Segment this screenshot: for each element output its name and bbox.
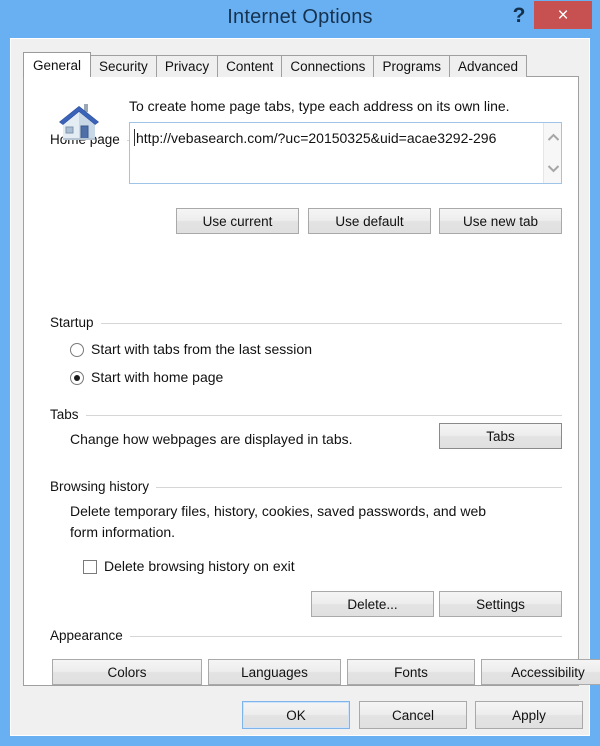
dialog-footer: OK Cancel Apply (23, 694, 579, 730)
close-icon: × (557, 6, 568, 25)
scroll-up-icon[interactable] (544, 129, 562, 146)
use-new-tab-button[interactable]: Use new tab (439, 208, 562, 234)
radio-selected-dot (74, 375, 80, 381)
use-default-button[interactable]: Use default (308, 208, 431, 234)
fonts-button[interactable]: Fonts (347, 659, 475, 685)
radio-start-with-last-session[interactable] (70, 343, 84, 357)
radio-label-start-with-last-session: Start with tabs from the last session (91, 341, 312, 357)
ok-button[interactable]: OK (242, 701, 350, 729)
tab-advanced[interactable]: Advanced (449, 55, 527, 77)
accessibility-button[interactable]: Accessibility (481, 659, 600, 685)
close-button[interactable]: × (534, 1, 592, 29)
appearance-group-title: Appearance (50, 628, 130, 643)
house-icon (56, 101, 102, 145)
group-divider (50, 323, 562, 324)
use-current-button[interactable]: Use current (176, 208, 299, 234)
tab-privacy[interactable]: Privacy (156, 55, 218, 77)
cancel-button[interactable]: Cancel (359, 701, 467, 729)
startup-group-title: Startup (50, 315, 101, 330)
dialog-body: General Security Privacy Content Connect… (10, 38, 590, 736)
tabs-button[interactable]: Tabs (439, 423, 562, 449)
languages-button[interactable]: Languages (208, 659, 341, 685)
delete-button[interactable]: Delete... (311, 591, 434, 617)
browsing-history-description-line1: Delete temporary files, history, cookies… (70, 502, 486, 521)
browsing-history-group-title: Browsing history (50, 479, 156, 494)
delete-history-on-exit-label: Delete browsing history on exit (104, 558, 295, 574)
tab-page-general: Home page To create home page tabs, type… (23, 76, 579, 686)
tab-programs[interactable]: Programs (373, 55, 450, 77)
browsing-history-description-line2: form information. (70, 523, 175, 542)
tab-content[interactable]: Content (217, 55, 282, 77)
scroll-down-icon[interactable] (544, 160, 562, 177)
delete-history-on-exit-checkbox[interactable] (83, 560, 97, 574)
tab-general[interactable]: General (23, 52, 91, 77)
settings-button[interactable]: Settings (439, 591, 562, 617)
apply-button[interactable]: Apply (475, 701, 583, 729)
home-page-url-value: http://vebasearch.com/?uc=20150325&uid=a… (136, 130, 528, 146)
tab-strip: General Security Privacy Content Connect… (23, 52, 526, 77)
home-page-url-textarea[interactable]: http://vebasearch.com/?uc=20150325&uid=a… (129, 122, 562, 184)
text-caret (134, 129, 135, 146)
home-page-description: To create home page tabs, type each addr… (129, 97, 559, 116)
title-bar: Internet Options ? × (0, 0, 600, 40)
tab-security[interactable]: Security (90, 55, 157, 77)
radio-start-with-home-page[interactable] (70, 371, 84, 385)
colors-button[interactable]: Colors (52, 659, 202, 685)
help-icon[interactable]: ? (504, 2, 534, 30)
internet-options-window: Internet Options ? × General Security Pr… (0, 0, 600, 746)
tab-connections[interactable]: Connections (281, 55, 374, 77)
tabs-group-title: Tabs (50, 407, 86, 422)
url-scrollbar[interactable] (543, 123, 561, 183)
group-divider (50, 415, 562, 416)
tabs-description: Change how webpages are displayed in tab… (70, 430, 353, 449)
radio-label-start-with-home-page: Start with home page (91, 369, 223, 385)
